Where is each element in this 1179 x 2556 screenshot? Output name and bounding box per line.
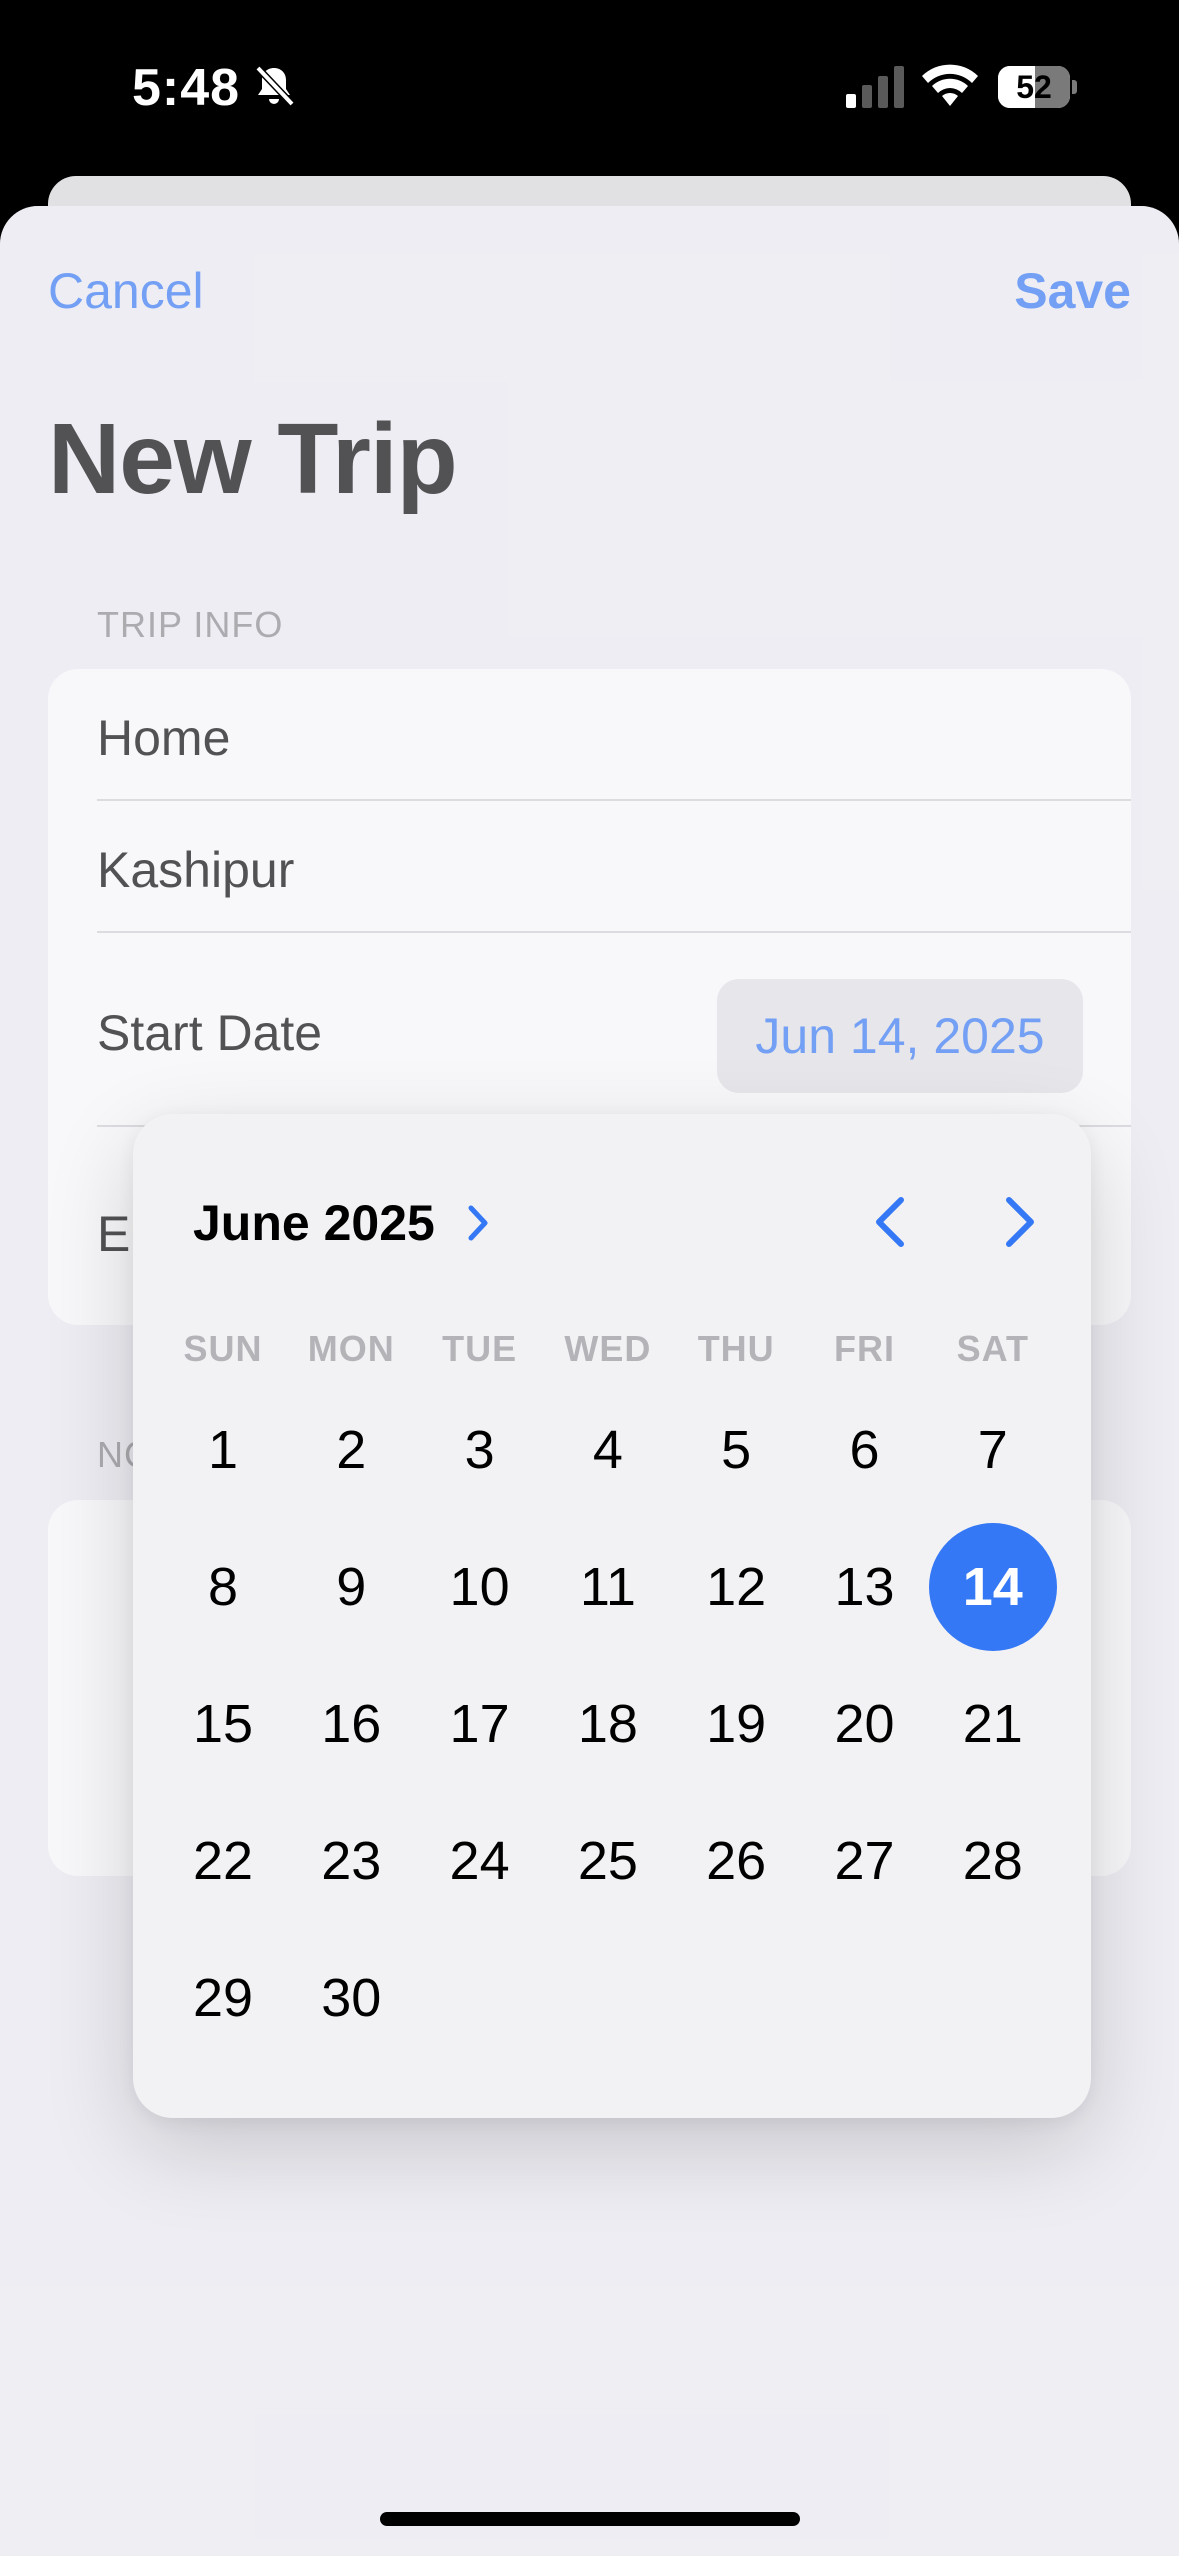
weekday-label: WED (564, 1328, 652, 1369)
calendar-day[interactable]: 7 (929, 1386, 1057, 1514)
calendar-day[interactable]: 19 (672, 1660, 800, 1788)
new-trip-sheet: Cancel Save New Trip TRIP INFO Home Kash… (0, 206, 1179, 2556)
status-time: 5:48 (132, 59, 241, 117)
calendar-day[interactable]: 3 (416, 1386, 544, 1514)
home-indicator (380, 2512, 800, 2526)
calendar-day[interactable]: 23 (287, 1797, 415, 1925)
calendar-day[interactable]: 1 (159, 1386, 287, 1514)
calendar-day[interactable]: 24 (416, 1797, 544, 1925)
calendar-day[interactable]: 15 (159, 1660, 287, 1788)
cellular-signal-icon (846, 66, 904, 108)
calendar-day[interactable]: 4 (544, 1386, 672, 1514)
calendar-day[interactable]: 21 (929, 1660, 1057, 1788)
weekday-label: MON (307, 1328, 395, 1369)
calendar-day-selected[interactable]: 14 (928, 1523, 1057, 1651)
calendar-day[interactable]: 8 (159, 1523, 287, 1651)
weekday-label: TUE (442, 1328, 518, 1369)
previous-month-button[interactable] (861, 1190, 921, 1254)
calendar-day[interactable]: 30 (287, 1934, 415, 2062)
calendar-day[interactable]: 26 (672, 1797, 800, 1925)
calendar-day[interactable]: 6 (801, 1386, 929, 1514)
calendar-day[interactable]: 12 (672, 1523, 800, 1651)
month-year-label[interactable]: June 2025 (193, 1194, 435, 1252)
calendar-day[interactable]: 29 (159, 1934, 287, 2062)
calendar-day[interactable]: 17 (416, 1660, 544, 1788)
next-month-button[interactable] (989, 1190, 1049, 1254)
weekday-label: SUN (183, 1328, 263, 1369)
status-bar: 5:48 52 (0, 0, 1179, 170)
calendar-day[interactable]: 20 (801, 1660, 929, 1788)
weekday-label: FRI (834, 1328, 895, 1369)
calendar-day[interactable]: 13 (801, 1523, 929, 1651)
chevron-right-icon[interactable] (463, 1198, 493, 1248)
battery-percentage: 52 (1016, 69, 1052, 105)
calendar-day[interactable]: 11 (544, 1523, 672, 1651)
calendar-day[interactable]: 18 (544, 1660, 672, 1788)
date-picker-popover: June 2025 SUN MON TUE WED THU FRI SAT 12345678… (133, 1114, 1091, 2118)
calendar-day[interactable]: 16 (287, 1660, 415, 1788)
battery-icon: 52 (998, 66, 1078, 108)
calendar-day[interactable]: 27 (801, 1797, 929, 1925)
calendar-day[interactable]: 22 (159, 1797, 287, 1925)
weekday-label: THU (697, 1328, 775, 1369)
weekday-label: SAT (956, 1328, 1029, 1369)
calendar-day[interactable]: 2 (287, 1386, 415, 1514)
calendar-day[interactable]: 5 (672, 1386, 800, 1514)
calendar-day[interactable]: 10 (416, 1523, 544, 1651)
bell-slash-icon (255, 65, 295, 107)
calendar-day[interactable]: 25 (544, 1797, 672, 1925)
calendar-day[interactable]: 28 (929, 1797, 1057, 1925)
wifi-icon (922, 64, 978, 106)
calendar-day[interactable]: 9 (287, 1523, 415, 1651)
